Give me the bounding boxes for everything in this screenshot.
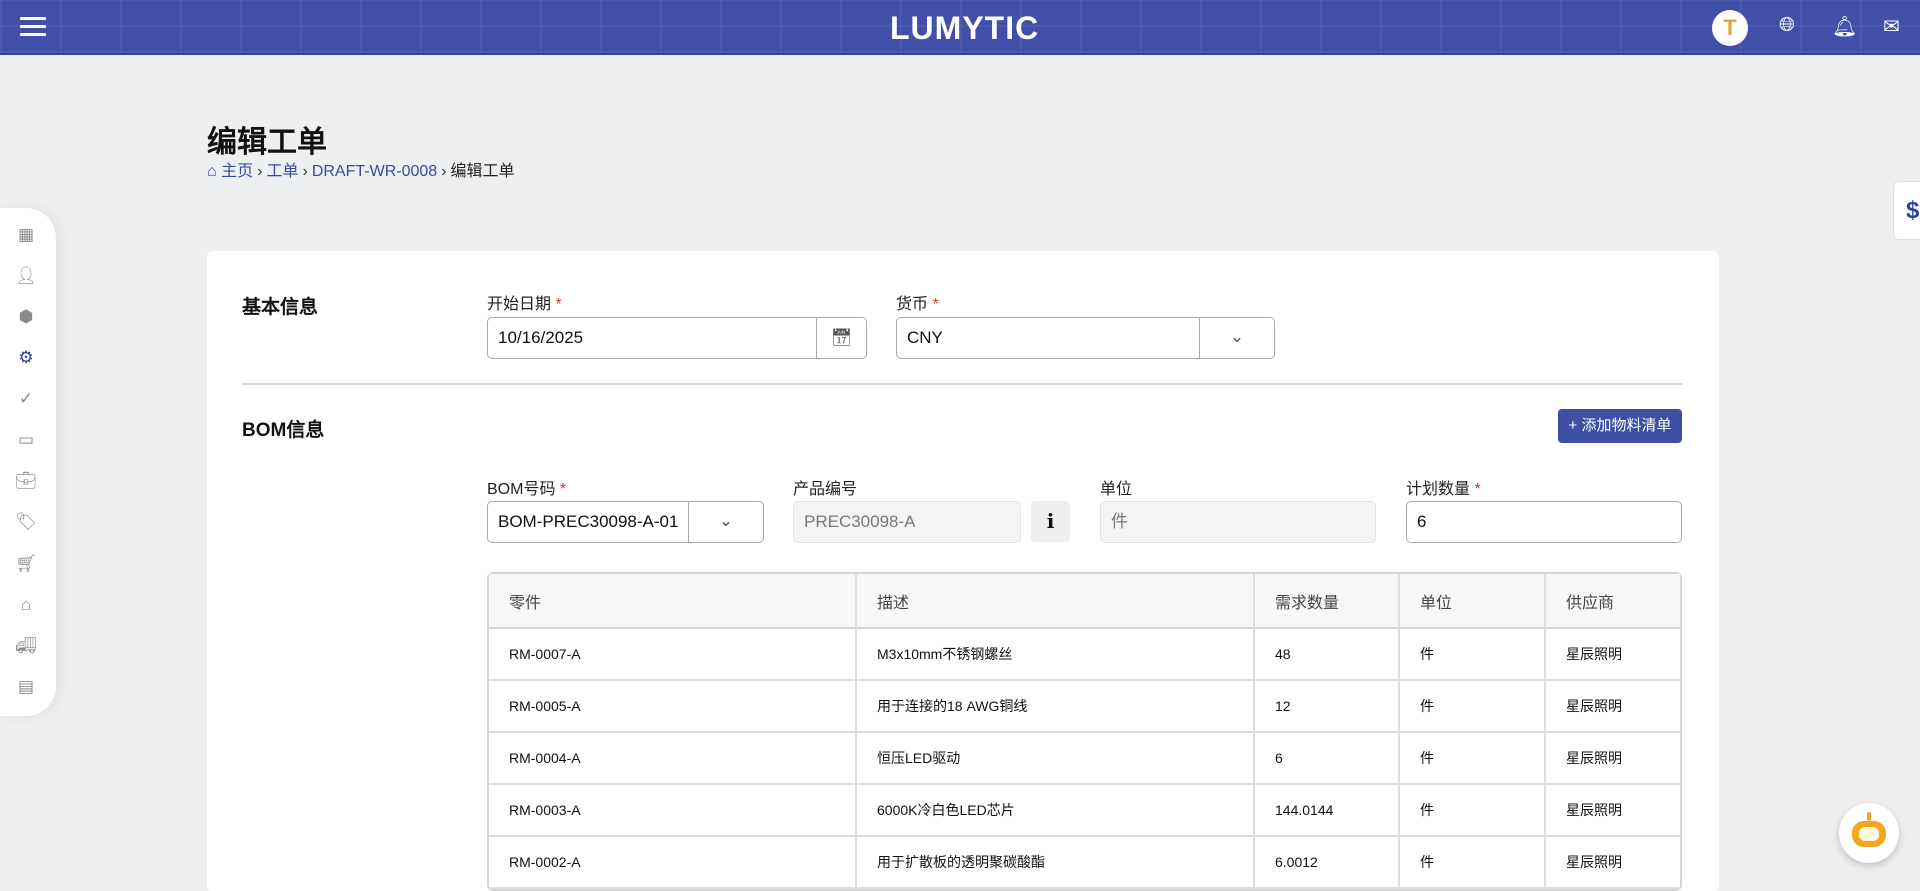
cell-description: 用于扩散板的透明聚碳酸酯 (857, 837, 1255, 889)
bom-number-select[interactable]: BOM-PREC30098-A-01 ⌄ (487, 501, 764, 543)
cell-description: 6000K冷白色LED芯片 (857, 785, 1255, 837)
user-avatar[interactable]: T (1712, 10, 1748, 46)
cell-part: RM-0007-A (489, 629, 857, 681)
cell-description: M3x10mm不锈钢螺丝 (857, 629, 1255, 681)
cell-supplier: 星辰照明 (1546, 681, 1680, 733)
table-icon[interactable]: ▤ (14, 675, 38, 699)
cell-description: 用于连接的18 AWG铜线 (857, 681, 1255, 733)
dashboard-icon[interactable]: ▦ (14, 223, 38, 247)
unit-input: 件 (1100, 501, 1376, 543)
table-row: RM-0007-A M3x10mm不锈钢螺丝 48 件星辰照明 (489, 629, 1680, 681)
cell-unit: 件 (1400, 733, 1546, 785)
cell-part: RM-0004-A (489, 733, 857, 785)
table-row: RM-0003-A 6000K冷白色LED芯片 144.0144 件星辰照明 (489, 785, 1680, 837)
product-code-label: 产品编号 (793, 481, 858, 498)
currency-label: 货币 * (896, 296, 939, 313)
col-description: 描述 (857, 574, 1255, 629)
currency-select[interactable]: CNY ⌄ (896, 317, 1275, 359)
user-icon[interactable]: 👤︎ (14, 264, 38, 288)
chevron-down-icon[interactable]: ⌄ (1199, 318, 1274, 358)
section-divider (242, 383, 1682, 385)
col-part: 零件 (489, 574, 857, 629)
cube-icon[interactable]: ⬢ (14, 305, 38, 329)
col-unit: 单位 (1400, 574, 1546, 629)
ai-assistant-robot-icon[interactable] (1839, 803, 1899, 863)
planned-qty-input[interactable]: 6 (1406, 501, 1682, 543)
cell-supplier: 星辰照明 (1546, 785, 1680, 837)
table-row: RM-0002-A 用于扩散板的透明聚碳酸酯 6.0012 件星辰照明 (489, 837, 1680, 889)
cell-unit: 件 (1400, 837, 1546, 889)
bom-number-label: BOM号码 * (487, 481, 567, 498)
cart-icon[interactable]: 🛒︎ (14, 552, 38, 576)
cell-unit: 件 (1400, 785, 1546, 837)
cell-part: RM-0002-A (489, 837, 857, 889)
cell-part: RM-0005-A (489, 681, 857, 733)
tag-icon[interactable]: 🏷︎ (14, 510, 38, 534)
cell-required-qty: 144.0144 (1255, 785, 1400, 837)
col-required-qty: 需求数量 (1255, 574, 1400, 629)
cell-supplier: 星辰照明 (1546, 629, 1680, 681)
cell-required-qty: 6 (1255, 733, 1400, 785)
calendar-icon[interactable]: 📅︎ (816, 318, 866, 358)
truck-icon[interactable]: 🚚︎ (14, 634, 38, 658)
home-icon: ⌂ (207, 163, 217, 180)
check-badge-icon[interactable]: ✓ (14, 387, 38, 411)
bell-icon[interactable]: 🔔︎ (1832, 14, 1857, 39)
basic-info-heading: 基本信息 (242, 297, 319, 318)
add-bom-button[interactable]: + 添加物料清单 (1558, 409, 1682, 443)
page-title: 编辑工单 (207, 126, 327, 159)
breadcrumb: ⌂ 主页 › 工单 › DRAFT-WR-0008 › 编辑工单 (207, 163, 515, 180)
col-supplier: 供应商 (1546, 574, 1680, 629)
language-globe-icon[interactable]: 🌐︎ (1779, 14, 1795, 37)
gear-wrench-icon[interactable]: ⚙ (14, 346, 38, 370)
top-navbar: LUMYTIC T 🌐︎ 🔔︎ ✉ (0, 0, 1920, 55)
info-button[interactable]: i (1031, 501, 1070, 542)
archive-icon[interactable]: ▭ (14, 428, 38, 452)
unit-label: 单位 (1100, 481, 1133, 498)
cell-unit: 件 (1400, 629, 1546, 681)
briefcase-icon[interactable]: 💼︎ (14, 469, 38, 493)
table-row: RM-0004-A 恒压LED驱动 6 件星辰照明 (489, 733, 1680, 785)
cell-supplier: 星辰照明 (1546, 837, 1680, 889)
breadcrumb-current: 编辑工单 (450, 163, 515, 180)
table-row: RM-0005-A 用于连接的18 AWG铜线 12 件星辰照明 (489, 681, 1680, 733)
hamburger-menu-icon[interactable] (20, 17, 46, 37)
bom-parts-table: 零件 描述 需求数量 单位 供应商 RM-0007-A M3x10mm不锈钢螺丝 4… (487, 572, 1682, 891)
cell-part: RM-0003-A (489, 785, 857, 837)
bom-info-heading: BOM信息 (242, 420, 325, 441)
breadcrumb-draft[interactable]: DRAFT-WR-0008 (312, 163, 437, 180)
sidebar: ▦ 👤︎ ⬢ ⚙ ✓ ▭ 💼︎ 🏷︎ 🛒︎ ⌂ 🚚︎ ▤ (0, 208, 56, 716)
logo[interactable]: LUMYTIC (890, 10, 1039, 47)
cell-unit: 件 (1400, 681, 1546, 733)
warehouse-icon[interactable]: ⌂ (14, 593, 38, 617)
chevron-down-icon[interactable]: ⌄ (688, 502, 763, 542)
start-date-label: 开始日期 * (487, 296, 562, 313)
planned-qty-label: 计划数量 * (1406, 481, 1481, 498)
mail-icon[interactable]: ✉ (1883, 14, 1900, 39)
cell-required-qty: 48 (1255, 629, 1400, 681)
cell-description: 恒压LED驱动 (857, 733, 1255, 785)
currency-side-tab[interactable]: $ (1893, 181, 1920, 240)
breadcrumb-work-orders[interactable]: 工单 (266, 163, 298, 180)
start-date-input[interactable]: 10/16/2025 📅︎ (487, 317, 867, 359)
breadcrumb-home[interactable]: 主页 (221, 163, 253, 180)
product-code-input: PREC30098-A (793, 501, 1021, 543)
cell-supplier: 星辰照明 (1546, 733, 1680, 785)
cell-required-qty: 12 (1255, 681, 1400, 733)
cell-required-qty: 6.0012 (1255, 837, 1400, 889)
